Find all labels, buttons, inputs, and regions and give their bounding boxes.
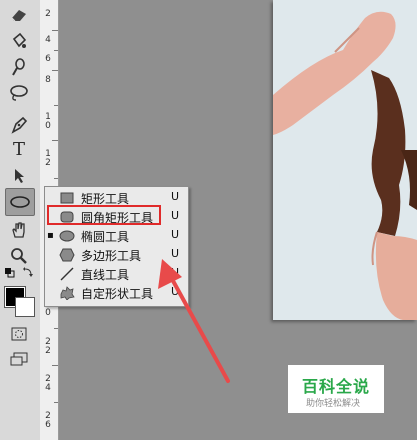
- menu-item-label: 多边形工具: [81, 249, 142, 263]
- ruler-label: 2 6: [45, 411, 51, 430]
- ruler-tick: [52, 70, 58, 71]
- ruler-label: 1 2: [45, 149, 51, 168]
- ruler-label: 2: [45, 9, 51, 19]
- ruler-tick: [54, 50, 58, 51]
- ruler-label: 8: [45, 75, 51, 85]
- ruler-label: 1 0: [45, 112, 51, 131]
- menu-item-shortcut: U: [171, 209, 180, 222]
- watermark: 百科全说 助你轻松解决: [288, 365, 384, 413]
- photo-image: [273, 0, 417, 320]
- ellipse-icon: [59, 228, 75, 243]
- eraser-tool-icon[interactable]: [6, 3, 32, 27]
- menu-item-label: 直线工具: [81, 268, 130, 282]
- quick-mask-icon[interactable]: [6, 322, 32, 346]
- screen-mode-icon[interactable]: [6, 347, 32, 371]
- lasso-tool-icon[interactable]: [6, 81, 32, 105]
- menu-item-shortcut: U: [171, 190, 180, 203]
- ruler-label: 2 2: [45, 337, 51, 356]
- current-tool-marker: ▪: [47, 230, 54, 241]
- dodge-tool-icon[interactable]: [6, 55, 32, 79]
- menu-item-ellipse-tool[interactable]: ▪ 椭圆工具 U: [45, 226, 188, 245]
- ruler-tick: [54, 105, 58, 106]
- default-colors-icon[interactable]: [3, 266, 35, 280]
- ruler-tick: [52, 30, 58, 31]
- type-tool-icon[interactable]: T: [6, 138, 32, 162]
- ruler-label: 6: [45, 54, 51, 64]
- pen-tool-icon[interactable]: [6, 113, 32, 137]
- ruler-label: 2 4: [45, 374, 51, 393]
- polygon-icon: [59, 247, 75, 262]
- hand-tool-icon[interactable]: [6, 218, 32, 242]
- ruler-label: 4: [45, 35, 51, 45]
- background-color-swatch[interactable]: [15, 297, 35, 317]
- paint-bucket-tool-icon[interactable]: [6, 29, 32, 53]
- menu-item-label: 椭圆工具: [81, 230, 130, 244]
- menu-item-label: 自定形状工具: [81, 287, 154, 301]
- ruler-tick: [54, 178, 58, 179]
- ruler-tick: [52, 365, 58, 366]
- path-selection-tool-icon[interactable]: [6, 164, 32, 188]
- ruler-tick: [52, 140, 58, 141]
- ellipse-tool-icon[interactable]: [5, 188, 35, 216]
- custom-shape-icon: [59, 285, 75, 300]
- tools-panel: T: [0, 0, 41, 440]
- watermark-subtitle: 助你轻松解决: [306, 399, 361, 409]
- rectangle-icon: [59, 190, 75, 205]
- menu-item-shortcut: U: [171, 228, 180, 241]
- document-canvas[interactable]: [273, 0, 417, 320]
- watermark-title: 百科全说: [302, 377, 371, 396]
- zoom-tool-icon[interactable]: [6, 244, 32, 268]
- ruler-tick: [54, 328, 58, 329]
- line-icon: [59, 266, 75, 281]
- ruler-tick: [54, 402, 58, 403]
- annotation-arrow: [158, 259, 230, 383]
- highlight-box: [47, 205, 161, 225]
